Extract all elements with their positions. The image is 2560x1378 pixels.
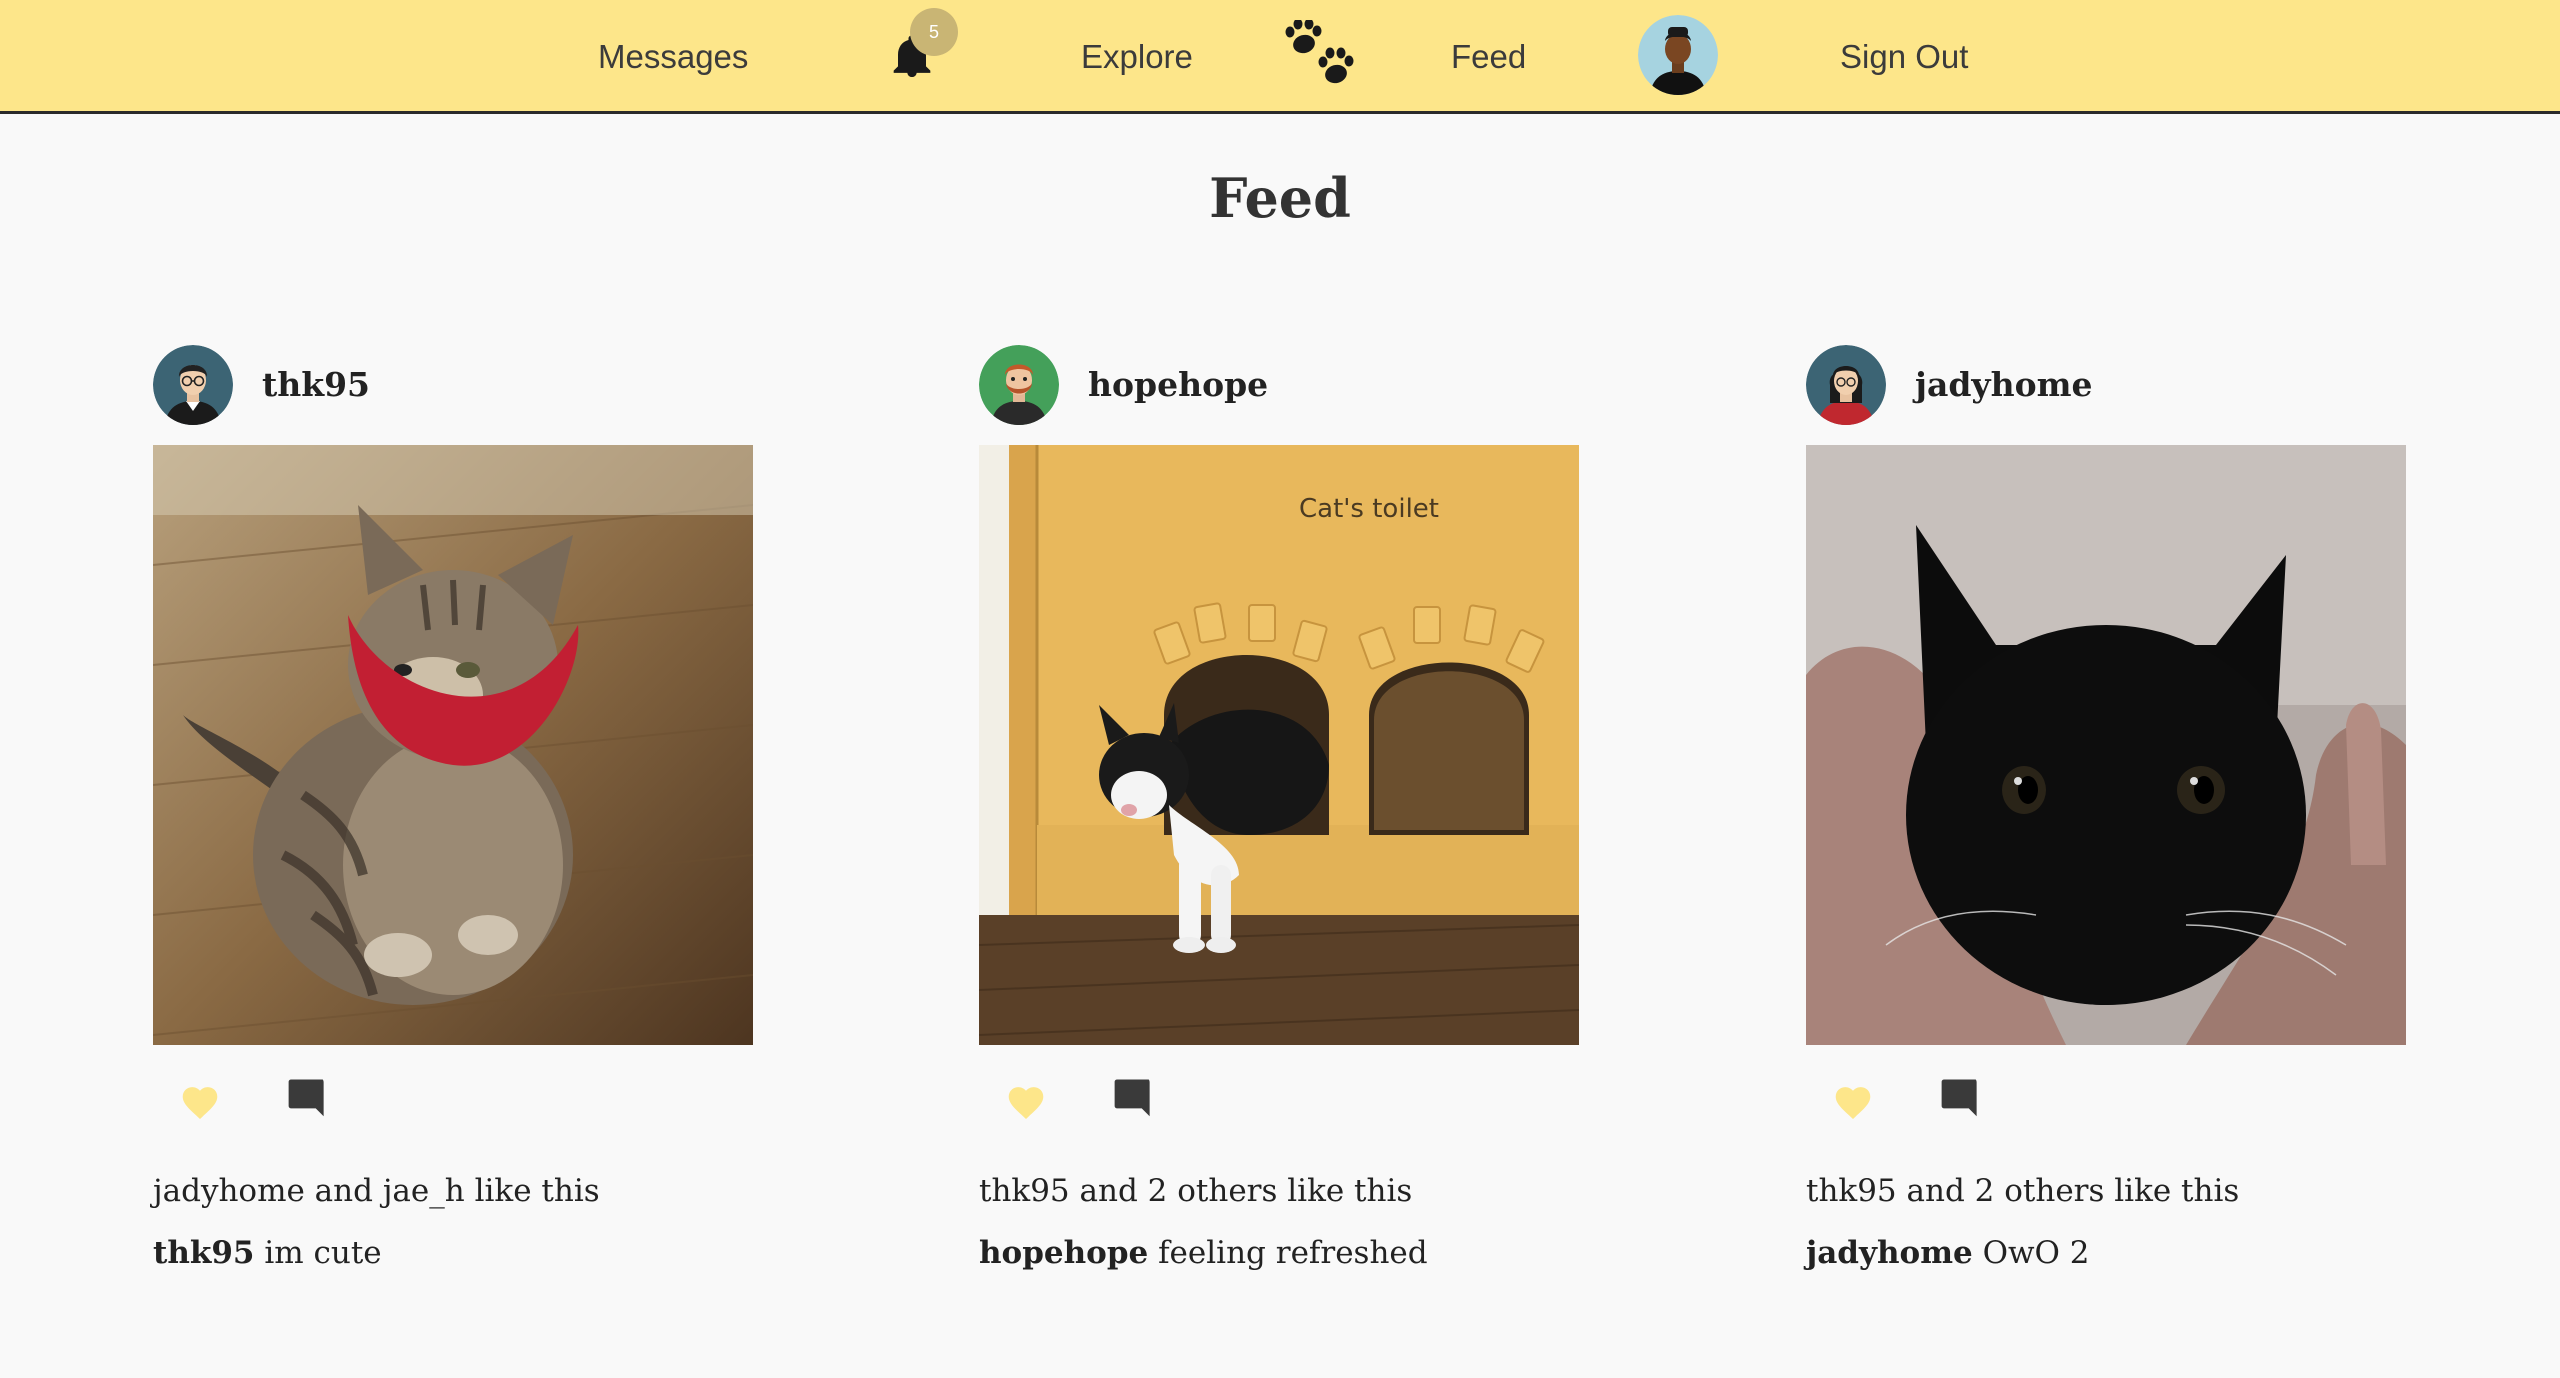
post-photo[interactable]	[153, 445, 753, 1045]
comment-button[interactable]	[1939, 1076, 1981, 1122]
comment-icon	[1941, 1079, 1977, 1117]
heart-icon	[1008, 1087, 1044, 1119]
user-avatar-icon	[1806, 345, 1886, 425]
heart-icon	[182, 1087, 218, 1119]
comment-button[interactable]	[286, 1076, 328, 1122]
black-cat-photo	[1806, 445, 2406, 1045]
like-button[interactable]	[1832, 1082, 1874, 1124]
photo-sign-text: Cat's toilet	[1299, 494, 1439, 524]
comment-icon	[1114, 1079, 1150, 1117]
user-avatar	[1638, 15, 1718, 95]
top-navbar: Messages 5 Explore Feed Sign Out	[0, 0, 2560, 114]
likes-summary[interactable]: jadyhome and jae_h like this	[153, 1167, 600, 1215]
avatar[interactable]	[153, 345, 233, 425]
cat-toilet-photo: Cat's toilet	[979, 445, 1579, 1045]
post-actions	[1806, 1070, 2406, 1130]
avatar[interactable]	[979, 345, 1059, 425]
post-username[interactable]: jadyhome	[1915, 361, 2093, 409]
user-avatar-icon	[153, 345, 233, 425]
profile-avatar-button[interactable]	[1638, 15, 1718, 95]
post-photo[interactable]	[1806, 445, 2406, 1045]
caption-username[interactable]: hopehope	[979, 1235, 1148, 1271]
post-photo[interactable]: Cat's toilet	[979, 445, 1579, 1045]
post-caption: jadyhome OwO 2	[1806, 1229, 2090, 1277]
caption-text: OwO 2	[1972, 1235, 2090, 1271]
nav-signout-link[interactable]: Sign Out	[1840, 33, 1968, 81]
post-username[interactable]: thk95	[262, 361, 370, 409]
caption-text: im cute	[254, 1235, 382, 1271]
comment-icon	[288, 1079, 324, 1117]
post-header: thk95	[153, 345, 753, 425]
nav-explore-link[interactable]: Explore	[1081, 33, 1193, 81]
like-button[interactable]	[1005, 1082, 1047, 1124]
user-avatar-icon	[979, 345, 1059, 425]
like-button[interactable]	[179, 1082, 221, 1124]
avatar[interactable]	[1806, 345, 1886, 425]
heart-icon	[1835, 1087, 1871, 1119]
notification-count-badge: 5	[910, 8, 958, 56]
post-username[interactable]: hopehope	[1088, 361, 1268, 409]
nav-feed-link[interactable]: Feed	[1451, 33, 1526, 81]
post-header: jadyhome	[1806, 345, 2406, 425]
paw-button[interactable]	[1284, 18, 1356, 88]
post-actions	[979, 1070, 1579, 1130]
post-caption: hopehope feeling refreshed	[979, 1229, 1428, 1277]
post-actions	[153, 1070, 753, 1130]
caption-username[interactable]: thk95	[153, 1235, 254, 1271]
likes-summary[interactable]: thk95 and 2 others like this	[1806, 1167, 2239, 1215]
tabby-cat-photo	[153, 445, 753, 1045]
caption-username[interactable]: jadyhome	[1806, 1235, 1973, 1271]
page-title: Feed	[1209, 166, 1351, 230]
comment-button[interactable]	[1112, 1076, 1154, 1122]
notifications-button[interactable]: 5	[884, 8, 958, 84]
likes-summary[interactable]: thk95 and 2 others like this	[979, 1167, 1412, 1215]
post-header: hopehope	[979, 345, 1579, 425]
paw-icon	[1285, 18, 1354, 84]
post-caption: thk95 im cute	[153, 1229, 382, 1277]
nav-messages-link[interactable]: Messages	[598, 33, 748, 81]
caption-text: feeling refreshed	[1148, 1235, 1428, 1271]
